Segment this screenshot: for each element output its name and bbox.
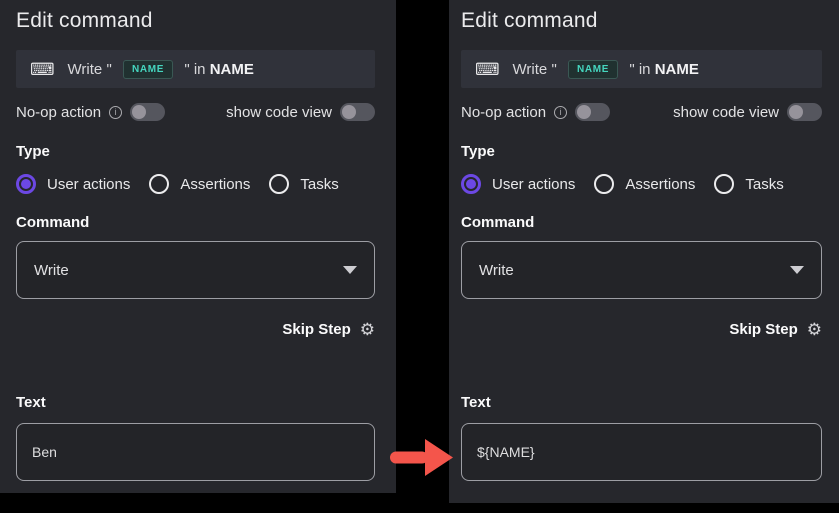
command-summary-bar: ⌨ Write " NAME " in NAME bbox=[16, 50, 375, 88]
noop-action-label: No-op action bbox=[16, 104, 101, 121]
radio-option-user-actions[interactable]: User actions bbox=[16, 174, 130, 194]
toggles-row: No-op action i show code view bbox=[461, 103, 822, 121]
text-input-value: Ben bbox=[32, 444, 57, 460]
summary-text-middle: " in bbox=[180, 61, 210, 78]
summary-target-name: NAME bbox=[655, 61, 699, 78]
info-icon[interactable]: i bbox=[554, 106, 567, 119]
show-code-view-toggle[interactable] bbox=[787, 103, 822, 121]
variable-chip: NAME bbox=[568, 60, 618, 79]
radio-label: Assertions bbox=[625, 176, 695, 193]
type-label: Type bbox=[461, 143, 822, 160]
skip-step-row: Skip Step ⚙ bbox=[16, 321, 375, 338]
skip-step-label: Skip Step bbox=[729, 321, 797, 338]
radio-icon[interactable] bbox=[594, 174, 614, 194]
summary-text-middle: " in bbox=[625, 61, 655, 78]
radio-option-tasks[interactable]: Tasks bbox=[714, 174, 783, 194]
show-code-view-toggle[interactable] bbox=[340, 103, 375, 121]
toggles-row: No-op action i show code view bbox=[16, 103, 375, 121]
command-select-value: Write bbox=[479, 262, 514, 279]
radio-label: Tasks bbox=[300, 176, 338, 193]
show-code-view-label: show code view bbox=[226, 104, 332, 121]
radio-label: Tasks bbox=[745, 176, 783, 193]
text-input[interactable]: ${NAME} bbox=[461, 423, 822, 481]
command-label: Command bbox=[461, 214, 822, 231]
skip-step-label: Skip Step bbox=[282, 321, 350, 338]
code-view-group: show code view bbox=[673, 103, 822, 121]
arrow-right-icon bbox=[390, 437, 456, 477]
show-code-view-label: show code view bbox=[673, 104, 779, 121]
noop-action-toggle[interactable] bbox=[130, 103, 165, 121]
text-label: Text bbox=[16, 394, 375, 411]
radio-option-assertions[interactable]: Assertions bbox=[149, 174, 250, 194]
radio-option-assertions[interactable]: Assertions bbox=[594, 174, 695, 194]
radio-label: User actions bbox=[47, 176, 130, 193]
radio-option-user-actions[interactable]: User actions bbox=[461, 174, 575, 194]
noop-action-group: No-op action i bbox=[16, 103, 165, 121]
radio-label: User actions bbox=[492, 176, 575, 193]
chevron-down-icon bbox=[790, 266, 804, 274]
text-input-value: ${NAME} bbox=[477, 444, 535, 460]
summary-text-prefix: Write " bbox=[513, 61, 561, 78]
radio-icon[interactable] bbox=[269, 174, 289, 194]
text-label: Text bbox=[461, 394, 822, 411]
keyboard-icon: ⌨ bbox=[475, 61, 500, 78]
command-label: Command bbox=[16, 214, 375, 231]
skip-step-row: Skip Step ⚙ bbox=[461, 321, 822, 338]
command-select-value: Write bbox=[34, 262, 69, 279]
noop-action-label: No-op action bbox=[461, 104, 546, 121]
edit-command-dialog-before: Edit command ⌨ Write " NAME " in NAME No… bbox=[0, 0, 396, 493]
summary-target-name: NAME bbox=[210, 61, 254, 78]
gear-icon[interactable]: ⚙ bbox=[807, 321, 822, 338]
noop-action-group: No-op action i bbox=[461, 103, 610, 121]
type-label: Type bbox=[16, 143, 375, 160]
page-title: Edit command bbox=[461, 8, 822, 33]
code-view-group: show code view bbox=[226, 103, 375, 121]
radio-icon[interactable] bbox=[149, 174, 169, 194]
radio-selected-icon[interactable] bbox=[16, 174, 36, 194]
edit-command-dialog-after: Edit command ⌨ Write " NAME " in NAME No… bbox=[449, 0, 839, 503]
radio-selected-icon[interactable] bbox=[461, 174, 481, 194]
chevron-down-icon bbox=[343, 266, 357, 274]
command-select[interactable]: Write bbox=[16, 241, 375, 299]
info-icon[interactable]: i bbox=[109, 106, 122, 119]
gear-icon[interactable]: ⚙ bbox=[360, 321, 375, 338]
command-select[interactable]: Write bbox=[461, 241, 822, 299]
command-summary-bar: ⌨ Write " NAME " in NAME bbox=[461, 50, 822, 88]
type-radio-group: User actions Assertions Tasks bbox=[16, 174, 375, 194]
keyboard-icon: ⌨ bbox=[30, 61, 55, 78]
variable-chip: NAME bbox=[123, 60, 173, 79]
radio-icon[interactable] bbox=[714, 174, 734, 194]
radio-label: Assertions bbox=[180, 176, 250, 193]
type-radio-group: User actions Assertions Tasks bbox=[461, 174, 822, 194]
page-title: Edit command bbox=[16, 8, 375, 33]
noop-action-toggle[interactable] bbox=[575, 103, 610, 121]
summary-text-prefix: Write " bbox=[68, 61, 116, 78]
radio-option-tasks[interactable]: Tasks bbox=[269, 174, 338, 194]
text-input[interactable]: Ben bbox=[16, 423, 375, 481]
